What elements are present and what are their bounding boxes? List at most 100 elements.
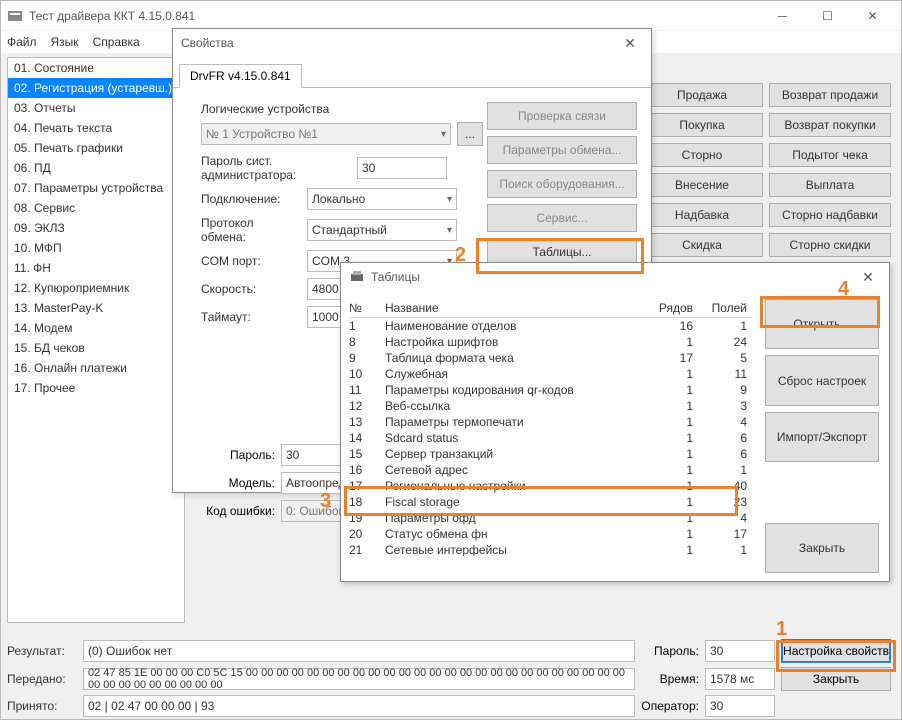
sent-label: Передано: (7, 672, 77, 686)
sidebar-item[interactable]: 08. Сервис (8, 198, 184, 218)
table-row[interactable]: 10Служебная111 (349, 366, 753, 382)
tables-header: № Название Рядов Полей (349, 299, 753, 318)
import-export-button[interactable]: Импорт/Экспорт (765, 412, 879, 462)
sidebar-item[interactable]: 10. МФП (8, 238, 184, 258)
sidebar-item[interactable]: 16. Онлайн платежи (8, 358, 184, 378)
oper-field: 30 (705, 695, 775, 717)
buy-button[interactable]: Покупка (641, 113, 763, 137)
check-conn-button[interactable]: Проверка связи (487, 102, 637, 130)
table-row[interactable]: 9Таблица формата чека175 (349, 350, 753, 366)
properties-close-icon[interactable]: ✕ (617, 35, 643, 52)
oper-label: Оператор: (641, 699, 699, 713)
table-row[interactable]: 16Сетевой адрес11 (349, 462, 753, 478)
table-row[interactable]: 8Настройка шрифтов124 (349, 334, 753, 350)
reset-button[interactable]: Сброс настроек (765, 355, 879, 405)
tables-side-buttons: Открыть... Сброс настроек Импорт/Экспорт… (761, 291, 889, 581)
sidebar-item[interactable]: 05. Печать графики (8, 138, 184, 158)
table-row[interactable]: 13Параметры термопечати14 (349, 414, 753, 430)
recv-label: Принято: (7, 699, 77, 713)
find-hw-button[interactable]: Поиск оборудования... (487, 170, 637, 198)
table-row[interactable]: 11Параметры кодирования qr-кодов19 (349, 382, 753, 398)
tables-title-bar: Таблицы ✕ (341, 263, 889, 291)
protocol-combo[interactable]: Стандартный▾ (307, 219, 457, 241)
printer-icon (349, 269, 365, 285)
sidebar-item[interactable]: 01. Состояние (8, 58, 184, 78)
storno-button[interactable]: Сторно (641, 143, 763, 167)
protocol-label: Протокол обмена: (201, 216, 301, 244)
pass-label: Пароль: (641, 644, 699, 658)
table-row[interactable]: 18Fiscal storage123 (349, 494, 753, 510)
tab-drvfr[interactable]: DrvFR v4.15.0.841 (179, 64, 302, 88)
table-row[interactable]: 12Веб-ссылка13 (349, 398, 753, 414)
table-row[interactable]: 14Sdcard status16 (349, 430, 753, 446)
sidebar-item[interactable]: 17. Прочее (8, 378, 184, 398)
subtotal-button[interactable]: Подытог чека (769, 143, 891, 167)
storno-markup-button[interactable]: Сторно надбавки (769, 203, 891, 227)
open-button[interactable]: Открыть... (765, 299, 879, 349)
table-row[interactable]: 15Сервер транзакций16 (349, 446, 753, 462)
markup-button[interactable]: Надбавка (641, 203, 763, 227)
sidebar-item[interactable]: 07. Параметры устройства (8, 178, 184, 198)
table-row[interactable]: 17Региональные настройки140 (349, 478, 753, 494)
chevron-down-icon: ▾ (441, 129, 446, 140)
dots-button[interactable]: ... (457, 122, 483, 146)
col-rows[interactable]: Рядов (645, 301, 701, 315)
close-button[interactable]: ✕ (850, 2, 895, 30)
table-row[interactable]: 19Параметры офд14 (349, 510, 753, 526)
sidebar-item[interactable]: 09. ЭКЛЗ (8, 218, 184, 238)
comport-label: COM порт: (201, 254, 301, 268)
sidebar-item[interactable]: 13. MasterPay-K (8, 298, 184, 318)
col-name[interactable]: Название (385, 301, 645, 315)
table-row[interactable]: 20Статус обмена фн117 (349, 526, 753, 542)
sale-button[interactable]: Продажа (641, 83, 763, 107)
sidebar-item[interactable]: 14. Модем (8, 318, 184, 338)
discount-button[interactable]: Скидка (641, 233, 763, 257)
sidebar-item[interactable]: 15. БД чеков (8, 338, 184, 358)
minimize-button[interactable]: ─ (760, 2, 805, 30)
logical-device-combo[interactable]: № 1 Устройство №1▾ (201, 123, 451, 145)
service-button[interactable]: Сервис... (487, 204, 637, 232)
maximize-button[interactable]: ☐ (805, 2, 850, 30)
col-num[interactable]: № (349, 301, 385, 315)
close-main-button[interactable]: Закрыть (781, 667, 891, 691)
sidebar-item[interactable]: 11. ФН (8, 258, 184, 278)
connection-label: Подключение: (201, 192, 301, 206)
deposit-button[interactable]: Внесение (641, 173, 763, 197)
title-bar: Тест драйвера ККТ 4.15.0.841 ─ ☐ ✕ (1, 1, 901, 31)
pass-field[interactable]: 30 (705, 640, 775, 662)
recv-field: 02 | 02 47 00 00 00 | 93 (83, 695, 635, 717)
tables-list[interactable]: 1Наименование отделов1618Настройка шрифт… (349, 318, 753, 556)
sidebar-item[interactable]: 06. ПД (8, 158, 184, 178)
sidebar: 01. Состояние 02. Регистрация (устаревш.… (7, 57, 185, 623)
table-row[interactable]: 21Сетевые интерфейсы11 (349, 542, 753, 556)
speed-label: Скорость: (201, 282, 301, 296)
table-row[interactable]: 1Наименование отделов161 (349, 318, 753, 334)
tables-dialog: Таблицы ✕ № Название Рядов Полей 1Наимен… (340, 262, 890, 582)
result-label: Результат: (7, 644, 77, 658)
properties-title-bar: Свойства ✕ (173, 29, 651, 57)
settings-button[interactable]: Настройка свойств (781, 639, 891, 663)
menu-lang[interactable]: Язык (51, 35, 79, 49)
menu-help[interactable]: Справка (93, 35, 140, 49)
storno-discount-button[interactable]: Сторно скидки (769, 233, 891, 257)
time-field: 1578 мс (705, 668, 775, 690)
connection-combo[interactable]: Локально▾ (307, 188, 457, 210)
sidebar-item[interactable]: 12. Купюроприемник (8, 278, 184, 298)
tables-close-button[interactable]: Закрыть (765, 523, 879, 573)
menu-file[interactable]: Файл (7, 35, 37, 49)
window-title: Тест драйвера ККТ 4.15.0.841 (29, 9, 760, 23)
payout-button[interactable]: Выплата (769, 173, 891, 197)
sidebar-item-selected[interactable]: 02. Регистрация (устаревш.) (8, 78, 184, 98)
props-pass-label: Пароль: (201, 448, 275, 462)
tables-list-wrap: № Название Рядов Полей 1Наименование отд… (341, 291, 761, 581)
sidebar-item[interactable]: 04. Печать текста (8, 118, 184, 138)
tables-close-icon[interactable]: ✕ (855, 269, 881, 286)
return-sale-button[interactable]: Возврат продажи (769, 83, 891, 107)
admin-pass-field[interactable]: 30 (357, 157, 447, 179)
return-buy-button[interactable]: Возврат покупки (769, 113, 891, 137)
admin-pass-label: Пароль сист. администратора: (201, 154, 351, 182)
tab-strip: DrvFR v4.15.0.841 (173, 57, 651, 88)
exchange-params-button[interactable]: Параметры обмена... (487, 136, 637, 164)
sidebar-item[interactable]: 03. Отчеты (8, 98, 184, 118)
col-cols[interactable]: Полей (701, 301, 753, 315)
